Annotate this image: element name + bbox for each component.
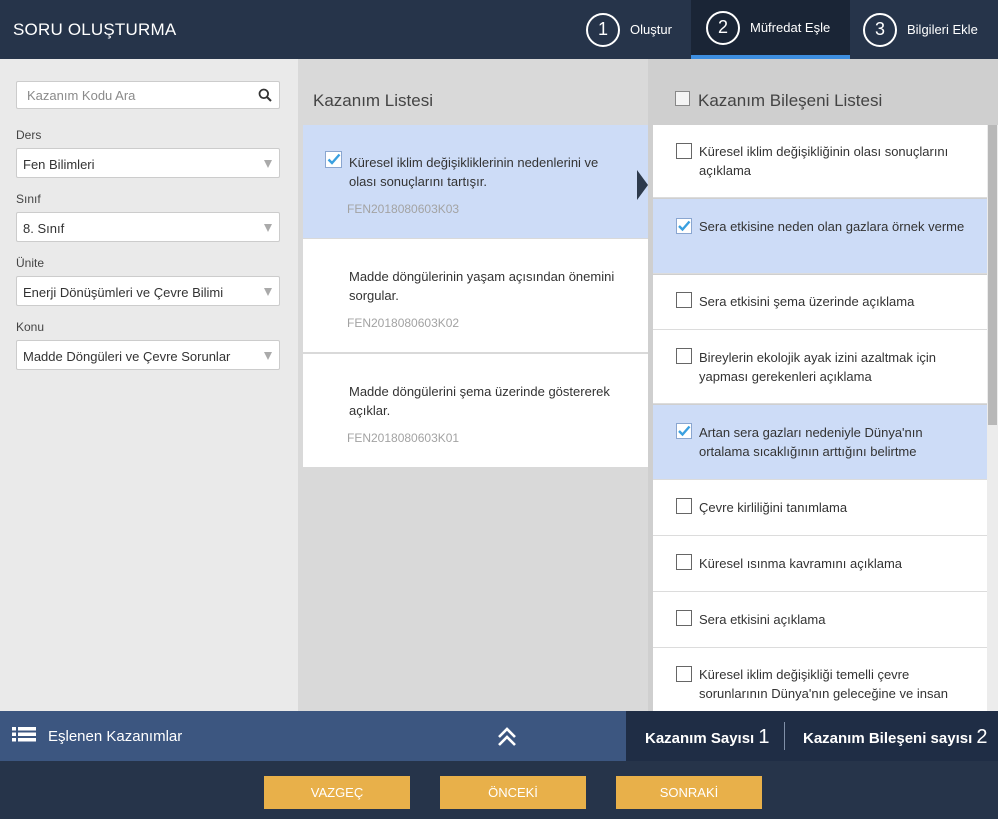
kazanim-code: FEN2018080603K01	[347, 431, 460, 445]
dropdown-arrow-icon	[264, 160, 272, 168]
step-number: 1	[586, 12, 620, 47]
bilesen-item[interactable]: Sera etkisini şema üzerinde açıklama	[653, 275, 987, 330]
search-input[interactable]	[17, 82, 247, 108]
step-number: 3	[863, 12, 897, 47]
bilesen-item[interactable]: Küresel ısınma kavramını açıklama	[653, 536, 987, 592]
dropdown-arrow-icon	[264, 288, 272, 296]
eslenen-kazanimlar-bar[interactable]: Eşlenen Kazanımlar Kazanım Sayısı 1 Kaza…	[0, 711, 998, 761]
search-box	[16, 81, 280, 109]
select-all-checkbox[interactable]	[675, 91, 690, 106]
konu-value: Madde Döngüleri ve Çevre Sorunlar	[23, 349, 231, 364]
checkbox[interactable]	[676, 554, 692, 570]
step-bilgileri-ekle[interactable]: 3 Bilgileri Ekle	[863, 0, 998, 59]
step-olustur[interactable]: 1 Oluştur	[586, 0, 690, 59]
step-label: Müfredat Eşle	[750, 20, 831, 35]
checkbox[interactable]	[676, 348, 692, 364]
ders-select[interactable]: Fen Bilimleri	[16, 148, 280, 178]
checkbox[interactable]	[676, 143, 692, 159]
checkbox[interactable]	[676, 610, 692, 626]
cancel-button[interactable]: VAZGEÇ	[264, 776, 410, 809]
scrollbar-thumb[interactable]	[988, 125, 997, 425]
bilesen-text: Sera etkisini şema üzerinde açıklama	[699, 294, 915, 309]
checkbox[interactable]	[676, 292, 692, 308]
sinif-label: Sınıf	[16, 192, 41, 206]
checkbox[interactable]	[676, 666, 692, 682]
kazanim-item[interactable]: Küresel iklim değişikliklerinin nedenler…	[303, 125, 648, 238]
bilesen-item[interactable]: Sera etkisini açıklama	[653, 592, 987, 648]
bilesen-list-title: Kazanım Bileşeni Listesi	[698, 91, 883, 110]
kazanim-count-value: 1	[758, 726, 770, 748]
bilesen-item[interactable]: Bireylerin ekolojik ayak izini azaltmak …	[653, 330, 987, 404]
bilesen-item[interactable]: Küresel iklim değişikliği temelli çevre …	[653, 648, 987, 711]
kazanim-count-label: Kazanım Sayısı	[645, 730, 755, 747]
kazanim-text: Madde döngülerini şema üzerinde gösterer…	[349, 384, 610, 418]
unite-label: Ünite	[16, 256, 45, 270]
dropdown-arrow-icon	[264, 352, 272, 360]
app-title: SORU OLUŞTURMA	[13, 20, 177, 39]
bilesen-text: Küresel ısınma kavramını açıklama	[699, 556, 903, 571]
kazanim-text: Küresel iklim değişikliklerinin nedenler…	[349, 155, 599, 189]
ders-value: Fen Bilimleri	[23, 157, 95, 172]
sinif-select[interactable]: 8. Sınıf	[16, 212, 280, 242]
checkmark-icon[interactable]	[676, 423, 692, 439]
bilesen-count: Kazanım Bileşeni sayısı 2	[803, 726, 988, 749]
bilesen-count-label: Kazanım Bileşeni sayısı	[803, 730, 973, 747]
count-summary: Kazanım Sayısı 1 Kazanım Bileşeni sayısı…	[626, 711, 998, 761]
bilesen-item[interactable]: Sera etkisine neden olan gazlara örnek v…	[653, 199, 987, 274]
eslenen-kazanimlar-label: Eşlenen Kazanımlar	[48, 727, 183, 745]
step-label: Bilgileri Ekle	[907, 22, 978, 37]
ders-label: Ders	[16, 128, 42, 142]
bilesen-list-panel: Kazanım Bileşeni Listesi Küresel iklim d…	[648, 59, 998, 711]
kazanim-list-panel: Kazanım Listesi Küresel iklim değişiklik…	[298, 59, 648, 711]
bilesen-text: Artan sera gazları nedeniyle Dünya'nın o…	[699, 425, 923, 459]
footer: VAZGEÇ ÖNCEKİ SONRAKİ	[0, 761, 998, 819]
previous-button[interactable]: ÖNCEKİ	[440, 776, 586, 809]
bilesen-item[interactable]: Artan sera gazları nedeniyle Dünya'nın o…	[653, 405, 987, 480]
kazanim-code: FEN2018080603K02	[347, 316, 460, 330]
konu-label: Konu	[16, 320, 45, 334]
sinif-value: 8. Sınıf	[23, 221, 65, 236]
kazanim-item[interactable]: Madde döngülerini şema üzerinde gösterer…	[303, 354, 648, 467]
bilesen-count-value: 2	[976, 726, 988, 748]
search-icon[interactable]	[258, 88, 272, 102]
bilesen-text: Sera etkisini açıklama	[699, 612, 826, 627]
checkmark-icon[interactable]	[676, 218, 692, 234]
unite-value: Enerji Dönüşümleri ve Çevre Bilimi	[23, 285, 224, 300]
divider	[784, 722, 785, 750]
kazanim-count: Kazanım Sayısı 1	[645, 726, 770, 749]
list-icon	[12, 727, 36, 742]
unite-select[interactable]: Enerji Dönüşümleri ve Çevre Bilimi	[16, 276, 280, 306]
bilesen-item[interactable]: Çevre kirliliğini tanımlama	[653, 480, 987, 536]
kazanim-text: Madde döngülerinin yaşam açısından önemi…	[349, 269, 615, 303]
filter-panel: Ders Fen Bilimleri Sınıf 8. Sınıf Ünite …	[0, 59, 298, 711]
dropdown-arrow-icon	[264, 224, 272, 232]
chevron-double-up-icon[interactable]	[497, 726, 517, 748]
bilesen-text: Sera etkisine neden olan gazlara örnek v…	[699, 219, 965, 234]
checkmark-icon	[325, 151, 342, 168]
next-button[interactable]: SONRAKİ	[616, 776, 762, 809]
step-mufredat-esle[interactable]: 2 Müfredat Eşle	[691, 0, 850, 59]
selection-pointer-icon	[637, 170, 648, 200]
konu-select[interactable]: Madde Döngüleri ve Çevre Sorunlar	[16, 340, 280, 370]
kazanim-item[interactable]: Madde döngülerinin yaşam açısından önemi…	[303, 239, 648, 352]
app-header: SORU OLUŞTURMA 1 Oluştur 2 Müfredat Eşle…	[0, 0, 998, 59]
bilesen-text: Bireylerin ekolojik ayak izini azaltmak …	[699, 350, 936, 384]
kazanim-code: FEN2018080603K03	[347, 202, 460, 216]
bilesen-item[interactable]: Küresel iklim değişikliğinin olası sonuç…	[653, 125, 987, 198]
bilesen-text: Küresel iklim değişikliğinin olası sonuç…	[699, 144, 949, 178]
bilesen-text: Çevre kirliliğini tanımlama	[699, 500, 848, 515]
step-number: 2	[706, 10, 740, 45]
checkbox[interactable]	[676, 498, 692, 514]
bilesen-text: Küresel iklim değişikliği temelli çevre …	[699, 667, 948, 701]
step-label: Oluştur	[630, 22, 672, 37]
kazanim-list-title: Kazanım Listesi	[313, 91, 433, 110]
eslenen-kazanimlar-toggle[interactable]: Eşlenen Kazanımlar	[12, 726, 182, 746]
